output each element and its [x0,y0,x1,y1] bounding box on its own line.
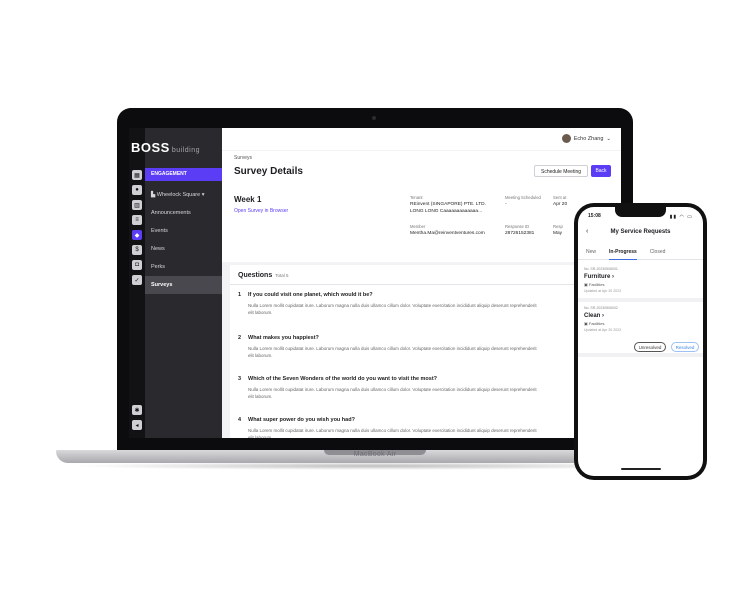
question-item: 4 What super power do you wish you had? N… [238,417,605,438]
back-button[interactable]: Back [591,165,611,177]
resp-value: May [553,231,563,236]
schedule-meeting-button[interactable]: Schedule Meeting [534,165,588,177]
chevron-down-icon: ⌄ [606,135,611,142]
sidebar-item-perks[interactable]: Perks [145,258,222,276]
sidebar: BOSS building ENGAGEMENT ▙ Wheelock Squar… [131,128,222,438]
home-indicator [621,468,661,470]
phone-tabs: New In-Progress Closed [578,246,703,260]
phone: 15:08 ▮▮ ◠ ▭ ‹ My Service Requests New I… [574,203,707,480]
avatar [561,134,571,143]
open-survey-link[interactable]: Open Survey in Browser [234,208,288,214]
question-item: 2 What makes you happiest? Nulla Lorem mo… [238,335,605,358]
sent-value: Apr 20 [553,202,568,207]
questions-panel: Questions Total 5 1 If you could visit one… [230,265,613,438]
phone-screen: 15:08 ▮▮ ◠ ▭ ‹ My Service Requests New I… [578,207,703,476]
top-bar: Echo Zhang ⌄ [222,128,621,150]
logo: BOSS building [131,140,200,155]
engagement-icon[interactable]: ◆ [132,230,142,240]
member-value: Mentha.Ma@reinventventures.com [410,231,485,236]
calendar-icon[interactable]: ▦ [132,170,142,180]
tab-in-progress[interactable]: In-Progress [609,246,637,260]
user-menu[interactable]: Echo Zhang ⌄ [561,134,611,143]
status-time: 15:08 [588,213,601,219]
survey-info: Week 1 Open Survey in Browser Tenant REi… [222,185,621,262]
resp-label: Resp [553,224,563,229]
member-label: Member [410,224,426,229]
response-value: 28726152381 [505,231,535,236]
message-icon[interactable]: ≡ [132,215,142,225]
tab-new[interactable]: New [586,246,596,260]
sent-label: Sent at [553,195,567,200]
tab-closed[interactable]: Closed [650,246,666,260]
sidebar-item-surveys[interactable]: Surveys [145,276,222,294]
meeting-value: - [505,202,507,207]
chevron-right-icon: › [612,274,615,280]
chat-icon[interactable]: ● [132,185,142,195]
breadcrumb[interactable]: Surveys [234,155,252,161]
unresolved-button[interactable]: Unresolved [634,342,666,352]
sidebar-item-events[interactable]: Events [145,222,222,240]
page-header: Surveys Survey Details Schedule Meeting … [222,151,621,185]
shield-icon[interactable]: ◘ [132,260,142,270]
device-mockup: ▦ ● ▥ ≡ ◆ $ ◘ ✓ ✱ ◂ BOSS building ENGAGEM… [0,0,750,600]
survey-week: Week 1 [234,195,262,204]
user-name: Echo Zhang [573,135,604,142]
sidebar-item-announcements[interactable]: Announcements [145,204,222,222]
sidebar-item-news[interactable]: News [145,240,222,258]
laptop-screen: ▦ ● ▥ ≡ ◆ $ ◘ ✓ ✱ ◂ BOSS building ENGAGEM… [129,128,621,438]
tenant-label: Tenant [410,195,423,200]
check-icon[interactable]: ✓ [132,275,142,285]
status-icons: ▮▮ ◠ ▭ [669,214,693,220]
laptop-brand: MacBook Air [353,451,397,458]
icon-rail: ▦ ● ▥ ≡ ◆ $ ◘ ✓ ✱ ◂ [129,128,145,438]
tenant-value: REinvent (SINGAPORE) PTE. LTD. LONG LONG … [410,202,486,214]
camera [372,116,376,120]
question-item: 3 Which of the Seven Wonders of the world… [238,376,605,399]
building-icon[interactable]: ▥ [132,200,142,210]
section-engagement: ENGAGEMENT [145,168,222,181]
chevron-right-icon: › [602,313,605,319]
dollar-icon[interactable]: $ [132,245,142,255]
phone-notch [615,207,666,217]
gear-icon[interactable]: ✱ [132,405,142,415]
question-item: 1 If you could visit one planet, which wo… [238,292,605,315]
resolved-button[interactable]: Resolved [671,342,699,352]
meeting-label: Meeting Scheduled [505,195,541,200]
request-card[interactable]: No. SR-20230506001 Furniture › ▣ Facilit… [578,262,703,302]
page-title: Survey Details [234,166,303,177]
phone-title: My Service Requests [610,229,671,235]
main-content: Echo Zhang ⌄ Surveys Survey Details Sche… [222,128,621,438]
sidebar-item-wheelock-square[interactable]: ▙ Wheelock Square ▾ [145,186,222,204]
logout-icon[interactable]: ◂ [132,420,142,430]
response-label: Response ID [505,224,530,229]
questions-header: Questions Total 5 [230,265,613,285]
